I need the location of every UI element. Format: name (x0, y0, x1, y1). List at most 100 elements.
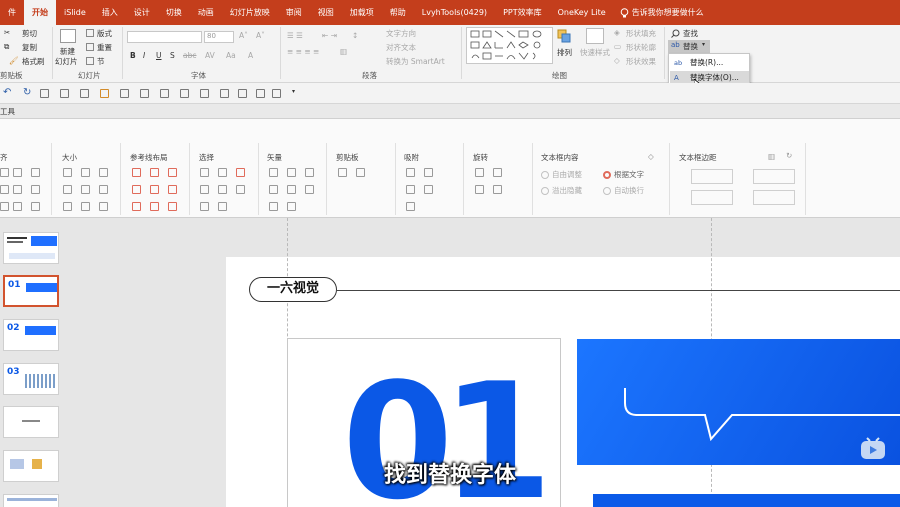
qat-icon[interactable] (120, 89, 129, 98)
tab-addins[interactable]: 加载项 (342, 0, 382, 25)
shape-outline-button[interactable]: 形状轮廓 (626, 42, 656, 53)
tool-icon[interactable] (81, 185, 90, 194)
textbox-option-autofit[interactable]: 自由调整 (541, 169, 582, 180)
shapes-gallery[interactable] (466, 27, 553, 64)
tab-review[interactable]: 审阅 (278, 0, 310, 25)
format-painter-button[interactable]: 格式刷 (22, 56, 45, 67)
margin-input[interactable] (691, 169, 733, 184)
smartart-button[interactable]: 转换为 SmartArt (386, 56, 445, 67)
qat-icon[interactable] (80, 89, 89, 98)
tool-icon[interactable] (200, 168, 209, 177)
customize-qat-icon[interactable]: ▾ (292, 88, 295, 95)
tab-onekey[interactable]: OneKey Lite (550, 0, 614, 25)
delete-icon[interactable]: ▥ (768, 152, 775, 161)
tab-file[interactable]: 件 (0, 0, 24, 25)
tool-icon[interactable] (287, 202, 296, 211)
replace-button[interactable]: ab 替换 ▾ (668, 40, 710, 53)
margin-input[interactable] (753, 190, 795, 205)
guide-layout-icon[interactable] (168, 202, 177, 211)
tool-icon[interactable] (31, 168, 40, 177)
qat-icon[interactable] (200, 89, 209, 98)
tool-icon[interactable] (218, 202, 227, 211)
qat-icon[interactable] (256, 89, 265, 98)
char-spacing-icon[interactable]: AV (205, 51, 215, 60)
tool-icon[interactable] (13, 185, 22, 194)
tool-icon[interactable] (424, 185, 433, 194)
qat-icon[interactable] (140, 89, 149, 98)
tell-me-search[interactable]: 告诉我你想要做什么 (614, 7, 704, 18)
brand-badge[interactable]: 一六视觉 (249, 277, 337, 302)
slide-thumbnail[interactable]: 03 (3, 363, 59, 395)
font-size-combo[interactable]: 80 (204, 31, 234, 43)
guide-layout-icon[interactable] (150, 202, 159, 211)
undo-icon[interactable]: ↶ (3, 87, 11, 98)
tool-icon[interactable] (287, 168, 296, 177)
slide-thumbnail[interactable] (3, 494, 59, 507)
tool-icon[interactable] (13, 168, 22, 177)
tool-icon[interactable] (305, 168, 314, 177)
reset-button[interactable]: 重置 (97, 42, 112, 53)
tool-icon[interactable] (269, 168, 278, 177)
tab-insert[interactable]: 插入 (94, 0, 126, 25)
margin-input[interactable] (691, 190, 733, 205)
slide-thumbnail[interactable] (3, 406, 59, 438)
tool-icon[interactable] (0, 185, 9, 194)
tool-icon[interactable] (63, 168, 72, 177)
qat-icon[interactable] (40, 89, 49, 98)
tool-icon[interactable] (475, 168, 484, 177)
tool-icon[interactable] (406, 202, 415, 211)
guide-layout-icon[interactable] (168, 168, 177, 177)
bullets-icon[interactable]: ☰ ☰ (287, 31, 303, 40)
tool-icon[interactable] (356, 168, 365, 177)
tab-animations[interactable]: 动画 (190, 0, 222, 25)
slide-thumbnail[interactable] (3, 232, 59, 264)
tab-lvyhtools[interactable]: LvyhTools(0429) (414, 0, 495, 25)
tool-icon[interactable] (424, 168, 433, 177)
tab-help[interactable]: 帮助 (382, 0, 414, 25)
columns-icon[interactable]: ▥ (340, 47, 347, 56)
tool-icon[interactable] (0, 168, 9, 177)
tool-icon[interactable] (493, 168, 502, 177)
tool-icon[interactable] (236, 168, 245, 177)
tool-icon[interactable] (0, 202, 9, 211)
text-direction-button[interactable]: 文字方向 (386, 28, 416, 39)
qat-icon[interactable] (272, 89, 281, 98)
guide-layout-icon[interactable] (150, 168, 159, 177)
guide-layout-icon[interactable] (132, 168, 141, 177)
tool-icon[interactable] (287, 185, 296, 194)
tab-transitions[interactable]: 切换 (158, 0, 190, 25)
shadow-icon[interactable]: S (170, 51, 175, 60)
font-color-icon[interactable]: A (248, 51, 253, 60)
qat-icon[interactable] (220, 89, 229, 98)
tab-design[interactable]: 设计 (126, 0, 158, 25)
tool-icon[interactable] (63, 202, 72, 211)
new-slide-label[interactable]: 幻灯片 (55, 56, 78, 67)
find-button[interactable]: 查找 (683, 28, 698, 39)
layout-button[interactable]: 版式 (97, 28, 112, 39)
qat-icon[interactable] (238, 89, 247, 98)
change-case-icon[interactable]: Aa (226, 51, 236, 60)
tool-icon[interactable] (218, 168, 227, 177)
align-text-button[interactable]: 对齐文本 (386, 42, 416, 53)
tab-slideshow[interactable]: 幻灯片放映 (222, 0, 278, 25)
tool-icon[interactable] (31, 202, 40, 211)
margin-input[interactable] (753, 169, 795, 184)
indent-icon[interactable]: ⇤ ⇥ (322, 31, 337, 40)
tool-icon[interactable] (99, 185, 108, 194)
section-button[interactable]: 节 (97, 56, 105, 67)
tool-icon[interactable] (218, 185, 227, 194)
tool-icon[interactable] (99, 202, 108, 211)
guide-layout-icon[interactable] (150, 185, 159, 194)
strikethrough-icon[interactable]: abc (183, 51, 196, 60)
tool-icon[interactable] (200, 202, 209, 211)
tool-icon[interactable] (236, 185, 245, 194)
guide-layout-icon[interactable] (168, 185, 177, 194)
textbox-option-overflow-hide[interactable]: 溢出隐藏 (541, 185, 582, 196)
tool-icon[interactable] (81, 202, 90, 211)
tool-icon[interactable] (81, 168, 90, 177)
textbox-option-fit-text[interactable]: 根据文字 (603, 169, 644, 180)
tool-icon[interactable] (99, 168, 108, 177)
underline-icon[interactable]: U (156, 51, 162, 60)
textbox-option-wrap[interactable]: 自动换行 (603, 185, 644, 196)
menu-item-replace[interactable]: ab 替换(R)... (670, 56, 749, 70)
